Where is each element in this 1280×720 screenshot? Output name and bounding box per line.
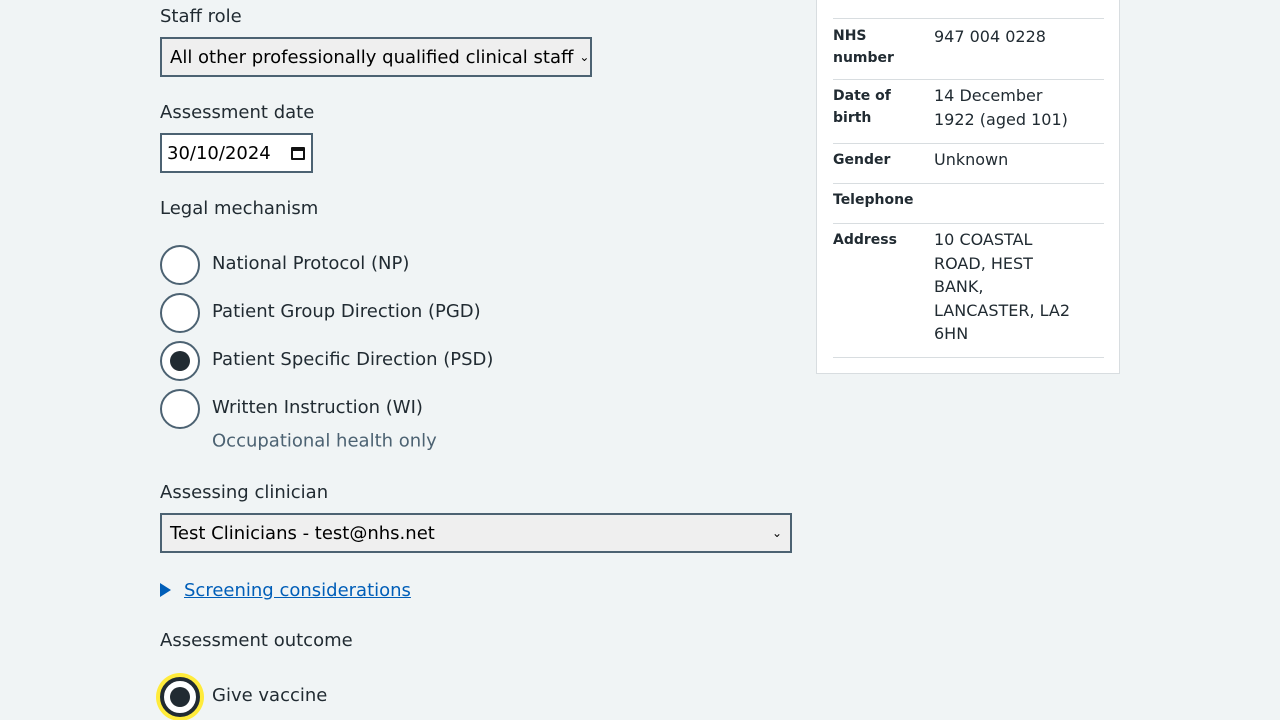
radio-patient-specific-direction[interactable]: Patient Specific Direction (PSD) — [160, 341, 800, 381]
assessing-clinician-select[interactable]: Test Clinicians - test@nhs.net ⌄ — [160, 513, 792, 553]
calendar-icon[interactable] — [291, 146, 305, 160]
summary-key: Telephone — [833, 192, 914, 208]
legal-mechanism-label: Legal mechanism — [160, 198, 319, 219]
written-instruction-hint: Occupational health only — [212, 430, 437, 452]
patient-details-card: NHS number 947 004 0228 Date of birth 14… — [816, 0, 1120, 374]
summary-key: NHS number — [833, 28, 894, 66]
radio-label[interactable]: Written Instruction (WI) — [212, 397, 423, 418]
summary-key: Date of birth — [833, 88, 891, 126]
radio-patient-group-direction[interactable]: Patient Group Direction (PGD) — [160, 293, 800, 333]
summary-value: 947 004 0228 — [934, 27, 1046, 46]
summary-key: Gender — [833, 152, 891, 168]
staff-role-label: Staff role — [160, 6, 242, 27]
radio-national-protocol[interactable]: National Protocol (NP) — [160, 245, 800, 285]
assessment-outcome-label: Assessment outcome — [160, 630, 353, 651]
radio-label[interactable]: Patient Specific Direction (PSD) — [212, 349, 493, 370]
summary-row-gender: Gender Unknown — [833, 144, 1104, 184]
screening-considerations-link[interactable]: Screening considerations — [184, 580, 411, 601]
assessment-date-label: Assessment date — [160, 102, 315, 123]
summary-value: Unknown — [934, 150, 1009, 169]
summary-row-address: Address 10 COASTAL ROAD, HEST BANK, LANC… — [833, 224, 1104, 358]
summary-row-date-of-birth: Date of birth 14 December 1922 (aged 101… — [833, 80, 1104, 144]
summary-value: 10 COASTAL ROAD, HEST BANK, LANCASTER, L… — [934, 230, 1071, 343]
radio-button[interactable] — [160, 293, 200, 333]
staff-role-value: All other professionally qualified clini… — [170, 46, 574, 68]
radio-label[interactable]: National Protocol (NP) — [212, 253, 409, 274]
staff-role-select[interactable]: All other professionally qualified clini… — [160, 37, 592, 77]
screening-considerations-details[interactable]: Screening considerations — [160, 578, 411, 602]
summary-value: 14 December 1922 (aged 101) — [934, 86, 1068, 129]
summary-row-top-divider — [833, 0, 1104, 19]
radio-button[interactable] — [160, 389, 200, 429]
assessment-date-input[interactable]: 30/10/2024 — [160, 133, 313, 173]
triangle-right-icon — [160, 583, 171, 597]
summary-row-telephone: Telephone — [833, 184, 1104, 224]
assessment-date-value: 30/10/2024 — [167, 142, 271, 164]
radio-button-checked[interactable] — [160, 341, 200, 381]
chevron-down-icon: ⌄ — [579, 50, 590, 64]
summary-key: Address — [833, 232, 897, 248]
radio-give-vaccine[interactable]: Give vaccine — [160, 677, 800, 717]
radio-written-instruction[interactable]: Written Instruction (WI) — [160, 389, 800, 429]
assessing-clinician-value: Test Clinicians - test@nhs.net — [170, 522, 435, 544]
radio-button[interactable] — [160, 245, 200, 285]
summary-row-nhs-number: NHS number 947 004 0228 — [833, 19, 1104, 80]
radio-label[interactable]: Give vaccine — [212, 685, 327, 706]
chevron-down-icon: ⌄ — [771, 526, 782, 540]
radio-button-checked-focused[interactable] — [160, 677, 200, 717]
radio-label[interactable]: Patient Group Direction (PGD) — [212, 301, 481, 322]
assessing-clinician-label: Assessing clinician — [160, 482, 329, 503]
